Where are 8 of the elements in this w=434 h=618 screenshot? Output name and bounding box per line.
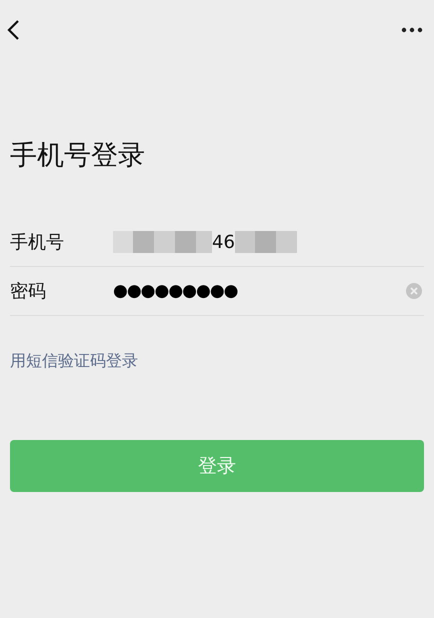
back-icon[interactable]	[6, 19, 20, 41]
field-label: 密码	[10, 280, 47, 303]
redaction-mosaic	[234, 231, 297, 253]
page-title: 手机号登录	[10, 139, 146, 173]
sms-login-link[interactable]: 用短信验证码登录	[10, 351, 138, 372]
field-label: 手机号	[10, 231, 65, 254]
password-input[interactable]: ●●●●●●●●●	[113, 281, 406, 301]
more-icon[interactable]	[401, 27, 423, 33]
